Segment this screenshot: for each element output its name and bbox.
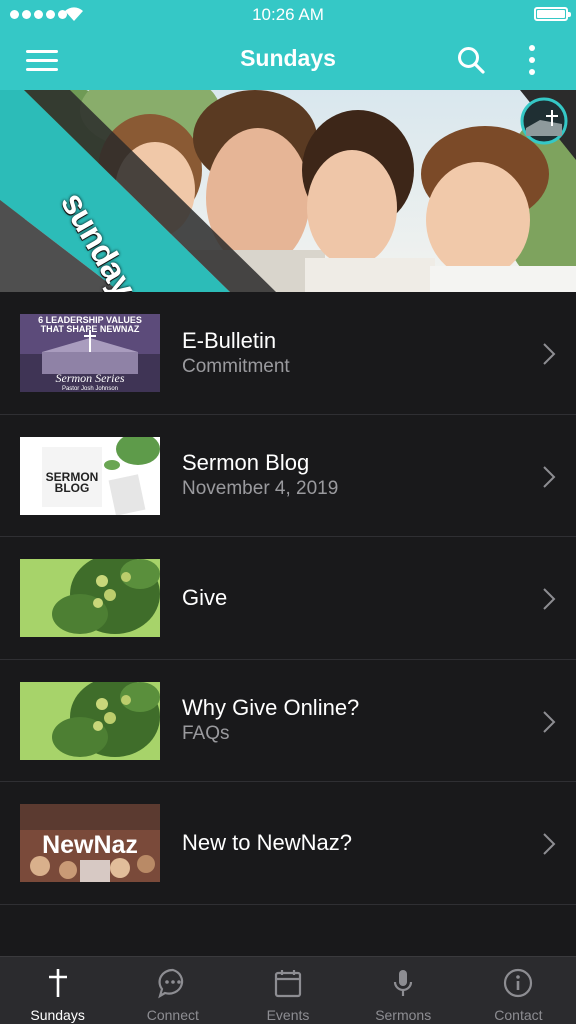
- list-item-text: Give: [182, 537, 227, 659]
- list-item-title: Give: [182, 584, 228, 610]
- list-item-subtitle: Commitment: [182, 355, 290, 377]
- svg-text:NewNaz: NewNaz: [42, 831, 138, 859]
- list-item-new-to-newnaz[interactable]: NewNaz New to NewNaz?: [0, 782, 576, 905]
- info-icon: [504, 968, 533, 998]
- list-item-text: New to NewNaz?: [182, 782, 352, 904]
- tab-connect[interactable]: Connect: [115, 957, 230, 1024]
- tab-sundays[interactable]: Sundays: [0, 957, 115, 1024]
- tab-sermons[interactable]: Sermons: [346, 957, 461, 1024]
- chevron-right-icon: [543, 588, 556, 610]
- top-bar: 10:26 AM Sundays: [0, 0, 576, 90]
- svg-text:Pastor Josh Johnson: Pastor Josh Johnson: [62, 386, 118, 392]
- tab-label: Sundays: [30, 1007, 85, 1023]
- sermon-blog-thumbnail: SERMON BLOG: [20, 436, 160, 515]
- hero-banner: sundays: [0, 90, 576, 292]
- svg-text:Sermon Series: Sermon Series: [56, 371, 125, 385]
- battery-icon: [534, 7, 571, 21]
- list-item-title: New to NewNaz?: [182, 829, 352, 855]
- tab-events[interactable]: Events: [230, 957, 345, 1024]
- list-item-sermon-blog[interactable]: SERMON BLOG Sermon Blog November 4, 2019: [0, 414, 576, 537]
- chevron-right-icon: [543, 343, 556, 365]
- e-bulletin-thumbnail: 6 LEADERSHIP VALUES THAT SHAPE NEWNAZ Se…: [20, 314, 160, 392]
- list-item-title: E-Bulletin: [182, 327, 277, 353]
- list-item-why-give-online[interactable]: Why Give Online? FAQs: [0, 659, 576, 782]
- chevron-right-icon: [543, 833, 556, 855]
- list-item-title: Why Give Online?: [182, 695, 360, 721]
- tab-bar: Sundays Connect Events Sermons Contact: [0, 956, 576, 1024]
- list-item-title: Sermon Blog: [182, 450, 310, 476]
- why-give-online-thumbnail: [20, 681, 160, 760]
- page-title: Sundays: [240, 45, 336, 71]
- list-item-text: E-Bulletin Commitment: [182, 292, 290, 414]
- status-bar: 10:26 AM: [0, 0, 576, 30]
- give-thumbnail: [20, 559, 160, 637]
- cross-icon: [48, 969, 67, 997]
- tab-contact[interactable]: Contact: [461, 957, 576, 1024]
- list-item-subtitle: FAQs: [182, 723, 230, 745]
- microphone-icon: [394, 970, 413, 996]
- tab-label: Events: [266, 1007, 310, 1023]
- list-item-give[interactable]: Give: [0, 537, 576, 660]
- chevron-right-icon: [543, 465, 556, 488]
- calendar-icon: [274, 970, 302, 998]
- list-item-subtitle: November 4, 2019: [182, 478, 339, 500]
- tab-label: Connect: [146, 1007, 199, 1023]
- tab-label: Contact: [494, 1007, 543, 1023]
- status-time: 10:26 AM: [252, 5, 324, 24]
- new-to-newnaz-thumbnail: NewNaz: [20, 804, 160, 882]
- svg-text:BLOG: BLOG: [55, 481, 90, 495]
- list-item-text: Why Give Online? FAQs: [182, 660, 359, 782]
- search-icon[interactable]: [456, 45, 486, 75]
- chat-icon: [157, 968, 183, 999]
- list-item-text: Sermon Blog November 4, 2019: [182, 415, 338, 537]
- list-item-e-bulletin[interactable]: 6 LEADERSHIP VALUES THAT SHAPE NEWNAZ Se…: [0, 292, 576, 415]
- more-options-icon[interactable]: [520, 42, 544, 78]
- content-list: 6 LEADERSHIP VALUES THAT SHAPE NEWNAZ Se…: [0, 292, 576, 905]
- chevron-right-icon: [543, 710, 556, 733]
- svg-text:THAT SHAPE NEWNAZ: THAT SHAPE NEWNAZ: [41, 324, 140, 334]
- tab-label: Sermons: [375, 1007, 432, 1023]
- app-bar: Sundays: [0, 30, 576, 90]
